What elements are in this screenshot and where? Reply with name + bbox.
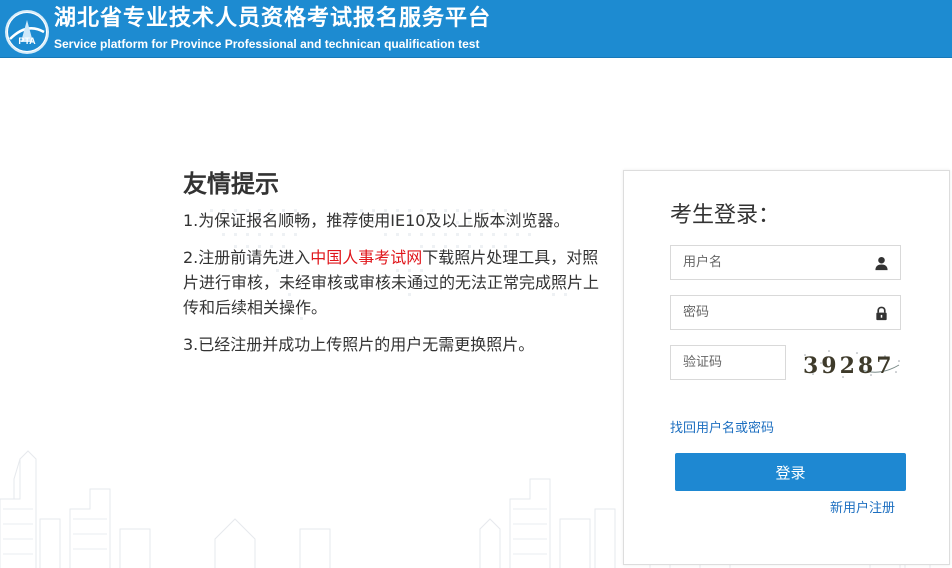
captcha-image[interactable]: 39287 (799, 347, 903, 381)
site-subtitle: Service platform for Province Profession… (54, 37, 480, 51)
password-field (670, 295, 901, 330)
username-input[interactable] (671, 246, 900, 279)
captcha-field (670, 345, 786, 380)
svg-text:PTA: PTA (18, 36, 36, 46)
register-link[interactable]: 新用户注册 (830, 497, 895, 516)
tip-item-3: 3.已经注册并成功上传照片的用户无需更换照片。 (183, 335, 535, 354)
password-input[interactable] (671, 296, 900, 329)
site-header: PTA 湖北省专业技术人员资格考试报名服务平台 Service platform… (0, 0, 952, 58)
login-title: 考生登录： (670, 203, 781, 228)
pta-logo-graphic: PTA (8, 13, 46, 51)
tip-item-1: 1.为保证报名顺畅，推荐使用IE10及以上版本浏览器。 (183, 211, 570, 230)
user-icon (875, 256, 888, 271)
login-button[interactable]: 登录 (675, 453, 906, 491)
lock-icon (876, 306, 887, 321)
forgot-credentials-link[interactable]: 找回用户名或密码 (670, 417, 774, 436)
pta-logo: PTA (5, 10, 49, 54)
site-title: 湖北省专业技术人员资格考试报名服务平台 (54, 6, 492, 31)
captcha-text: 39287 (803, 353, 895, 379)
username-field (670, 245, 901, 280)
friendly-tips: 友情提示 1.为保证报名顺畅，推荐使用IE10及以上版本浏览器。 2.注册前请先… (183, 168, 608, 369)
skyline-window-lines (3, 498, 667, 555)
tips-title: 友情提示 (183, 170, 279, 198)
tip-item-2-before: 2.注册前请先进入 (183, 248, 311, 267)
cpta-website-link[interactable]: 中国人事考试网 (310, 248, 422, 267)
captcha-input[interactable] (671, 346, 785, 379)
tip-item-2: 2.注册前请先进入中国人事考试网下载照片处理工具，对照片进行审核，未经审核或审核… (183, 245, 608, 320)
login-panel: 考生登录： 39287 找回用户名或密码 登录 新用户注册 (623, 170, 950, 565)
